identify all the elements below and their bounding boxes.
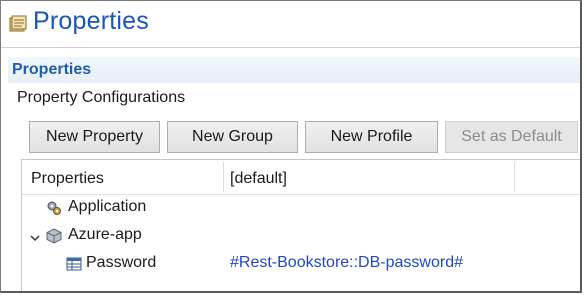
new-property-button[interactable]: New Property: [29, 121, 160, 153]
chevron-down-icon[interactable]: [30, 230, 40, 242]
title-bar: Properties: [1, 1, 580, 48]
properties-window: Properties Properties Property Configura…: [0, 0, 582, 293]
window-title: Properties: [33, 7, 149, 35]
column-header-properties[interactable]: Properties: [31, 170, 104, 188]
tree-item-label: Password: [86, 254, 157, 271]
gear-cluster-icon: [46, 200, 62, 216]
tree-item-label: Azure-app: [68, 226, 142, 243]
property-value[interactable]: #Rest-Bookstore::DB-password#: [230, 254, 463, 272]
new-profile-button[interactable]: New Profile: [305, 121, 438, 153]
tree-row-application[interactable]: Application: [22, 194, 580, 222]
table-icon: [66, 256, 82, 272]
property-configurations-label: Property Configurations: [17, 89, 186, 106]
column-separator[interactable]: [223, 162, 224, 192]
column-separator[interactable]: [514, 162, 515, 192]
table-header: Properties [default]: [22, 160, 580, 195]
cube-icon: [46, 228, 62, 244]
properties-tree-table[interactable]: Properties [default] Application Azure-a…: [21, 159, 580, 291]
properties-window-icon: [9, 15, 27, 33]
set-as-default-button[interactable]: Set as Default: [445, 121, 578, 153]
new-group-button[interactable]: New Group: [167, 121, 298, 153]
tree-row-password[interactable]: Password #Rest-Bookstore::DB-password#: [22, 250, 580, 278]
tree-item-label: Application: [68, 198, 147, 215]
section-title: Properties: [12, 61, 92, 78]
properties-section-header: Properties: [8, 57, 580, 83]
tree-row-azure-app[interactable]: Azure-app: [22, 222, 580, 250]
column-header-default[interactable]: [default]: [230, 170, 287, 188]
